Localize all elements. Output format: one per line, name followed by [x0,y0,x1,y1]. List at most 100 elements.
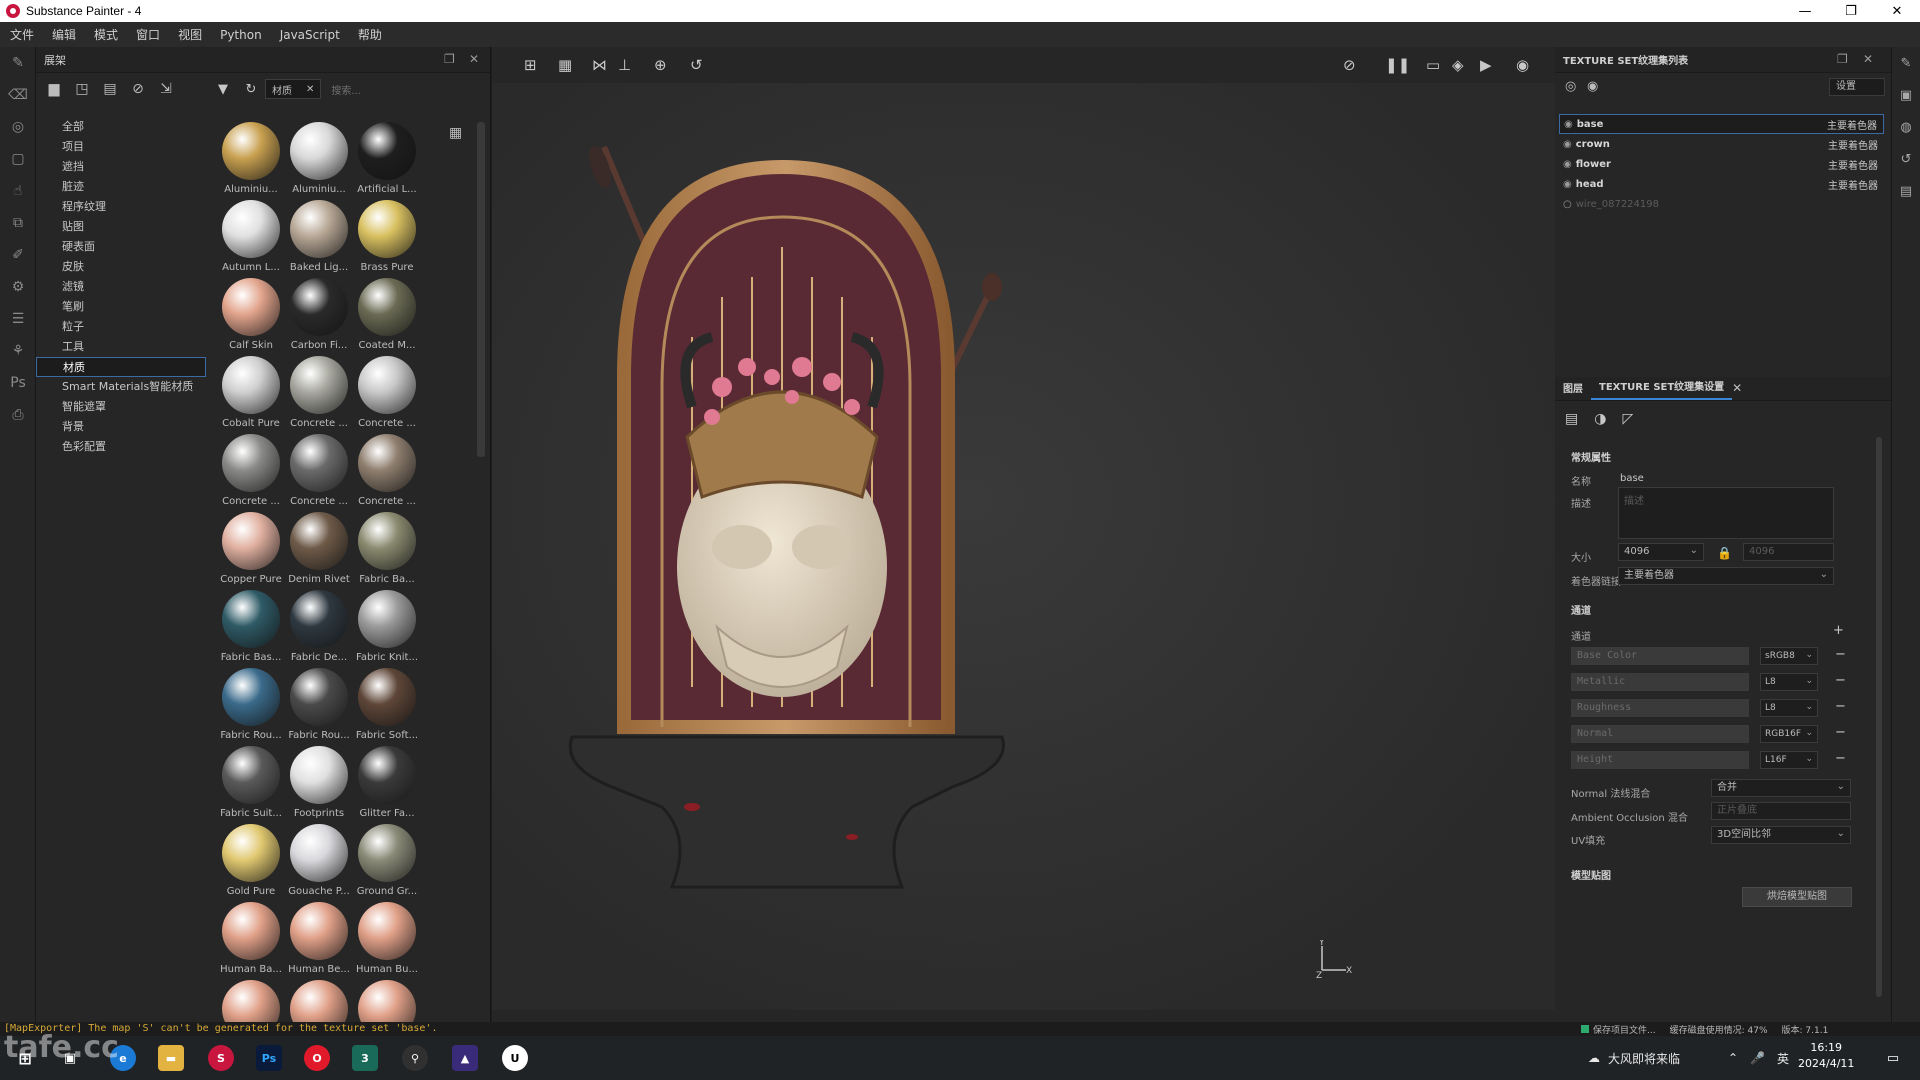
material-thumbnail[interactable]: Fabric Rou... [217,668,285,746]
material-icon[interactable]: ◑ [1594,411,1606,427]
3ds-max-icon[interactable]: 3 [352,1045,378,1071]
material-thumbnail[interactable]: Concrete ... [285,356,353,434]
settings-gear-icon[interactable]: ⚙ [0,271,36,303]
material-thumbnail[interactable]: Cobalt Pure [217,356,285,434]
filter-tag[interactable]: 材质 ✕ [265,79,322,99]
channel-format-dropdown[interactable]: L8 [1760,699,1818,717]
category-item[interactable]: 项目 [36,137,206,157]
file-explorer-icon[interactable]: ▬ [158,1045,184,1071]
uv-fill-dropdown[interactable]: 3D空间比邻 [1711,826,1851,844]
name-value[interactable]: base [1620,473,1644,484]
menu-file[interactable]: 文件 [10,26,34,43]
category-item[interactable]: 滤镜 [36,277,206,297]
material-thumbnail[interactable]: Aluminiu... [217,122,285,200]
material-thumbnail[interactable]: Ground Gr... [353,824,417,902]
material-thumbnail[interactable]: Concrete ... [285,434,353,512]
search-app-icon[interactable]: ⚲ [402,1045,428,1071]
eye-icon[interactable]: ◉ [1563,159,1572,170]
menu-window[interactable]: 窗口 [136,26,160,43]
remove-channel-icon[interactable]: − [1835,725,1846,740]
material-thumbnail[interactable]: Gouache P... [285,824,353,902]
paint-brush-icon[interactable]: ✎ [0,47,36,79]
maximize-button[interactable]: ❐ [1828,0,1874,22]
material-thumbnail[interactable]: Footprints [285,746,353,824]
add-channel-icon[interactable]: + [1833,623,1844,638]
material-thumbnail[interactable]: Gold Pure [217,824,285,902]
shader-link-dropdown[interactable]: 主要着色器 [1618,567,1834,585]
size-height-field[interactable]: 4096 [1743,543,1834,561]
category-item[interactable]: 贴图 [36,217,206,237]
material-thumbnail[interactable]: Baked Lig... [285,200,353,278]
material-thumbnail[interactable]: Fabric Ba... [353,512,417,590]
material-thumbnail[interactable]: Fabric De... [285,590,353,668]
mountain-app-icon[interactable]: ▲ [452,1045,478,1071]
texture-set-shader[interactable]: 主要着色器 [1828,177,1878,192]
refresh-icon[interactable]: ↻ [237,82,265,97]
category-item[interactable]: 硬表面 [36,237,206,257]
texture-set-shader[interactable]: 主要着色器 [1827,117,1877,132]
projection-icon[interactable]: ◎ [0,111,36,143]
material-thumbnail[interactable]: Copper Pure [217,512,285,590]
category-item[interactable]: 笔刷 [36,297,206,317]
weather-widget[interactable]: ☁ 大风即将来临 [1588,1036,1680,1080]
scrollbar[interactable] [1876,437,1882,997]
normal-mix-dropdown[interactable]: 合并 [1711,779,1851,797]
uv-tiles-icon[interactable]: ▤ [1565,411,1578,427]
mesh-icon[interactable]: ◸ [1622,411,1633,427]
material-thumbnail[interactable]: Fabric Rou... [285,668,353,746]
channel-format-dropdown[interactable]: RGB16F [1760,725,1818,743]
opera-icon[interactable]: O [304,1045,330,1071]
category-item[interactable]: 工具 [36,337,206,357]
category-item[interactable]: 全部 [36,117,206,137]
history-icon[interactable]: ↺ [1892,143,1920,175]
material-thumbnail[interactable]: Aluminiu... [285,122,353,200]
close-button[interactable]: ✕ [1874,0,1920,22]
close-panel-icon[interactable]: ✕ [469,52,479,66]
eye-icon[interactable]: ◉ [1564,119,1573,130]
hide-icon[interactable]: ⊘ [124,81,152,97]
texture-set-item[interactable]: ◉ head 主要着色器 [1559,174,1884,194]
bake-mesh-maps-button[interactable]: 烘焙模型贴图 [1742,887,1852,907]
filter-icon[interactable]: ▼ [209,82,237,97]
geometry-mask-icon[interactable]: ▢ [0,143,36,175]
close-tab-icon[interactable]: ✕ [1732,381,1742,400]
channel-format-dropdown[interactable]: L16F [1760,751,1818,769]
smudge-icon[interactable]: ☝ [0,175,36,207]
tab-texture-set-settings[interactable]: TEXTURE SET纹理集设置 [1591,378,1733,400]
category-item[interactable]: 智能遮罩 [36,397,206,417]
bake-icon[interactable]: ☰ [0,303,36,335]
unreal-engine-icon[interactable]: U [502,1045,528,1071]
material-thumbnail[interactable]: Fabric Soft... [353,668,417,746]
category-item[interactable]: Smart Materials智能材质 [36,377,206,397]
channel-format-dropdown[interactable]: sRGB8 [1760,647,1818,665]
viewport-scrollbar[interactable] [492,1010,1555,1022]
material-thumbnail[interactable]: Glitter Fa... [353,746,417,824]
menu-help[interactable]: 帮助 [358,26,382,43]
material-thumbnail[interactable]: Concrete ... [217,434,285,512]
new-shelf-icon[interactable]: ◳ [68,81,96,97]
eraser-icon[interactable]: ⌫ [0,79,36,111]
material-thumbnail[interactable]: Human Bu... [353,902,417,980]
close-panel-icon[interactable]: ✕ [1863,52,1873,66]
scrollbar[interactable] [477,122,485,457]
grid-view-icon[interactable]: ▦ [449,125,462,141]
texture-set-item[interactable]: ◉ crown 主要着色器 [1559,134,1884,154]
description-field[interactable]: 描述 [1618,487,1834,539]
material-thumbnail[interactable]: Fabric Bas... [217,590,285,668]
material-thumbnail[interactable] [353,980,417,1022]
category-item[interactable]: 皮肤 [36,257,206,277]
menu-python[interactable]: Python [220,28,262,42]
search-input[interactable]: 搜索... [331,82,361,97]
substance-painter-taskbar-icon[interactable]: S [208,1045,234,1071]
remove-filter-icon[interactable]: ✕ [306,84,314,95]
material-thumbnail[interactable] [217,980,285,1022]
material-thumbnail[interactable]: Fabric Suit... [217,746,285,824]
display-settings-icon[interactable]: ▣ [1892,79,1920,111]
material-thumbnail[interactable]: Concrete ... [353,434,417,512]
texture-set-item[interactable]: ◉ flower 主要着色器 [1559,154,1884,174]
pen-icon[interactable]: ✎ [1892,47,1920,79]
material-thumbnail[interactable]: Denim Rivet [285,512,353,590]
photoshop-taskbar-icon[interactable]: Ps [256,1045,282,1071]
material-thumbnail[interactable]: Artificial L... [353,122,417,200]
export-icon[interactable]: ⎙ [0,399,36,431]
